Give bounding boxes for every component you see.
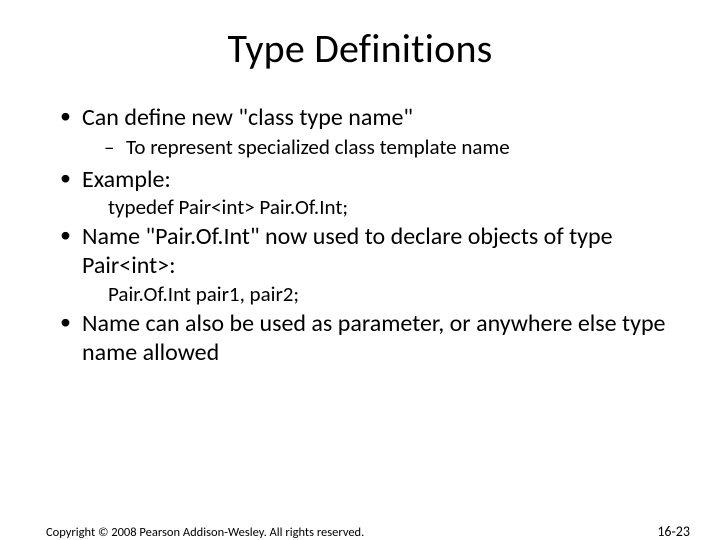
bullet-text: Name can also be used as parameter, or a… — [82, 309, 666, 367]
slide-content: Can define new "class type name" To repr… — [56, 103, 680, 367]
sub-bullet-text: To represent specialized class template … — [126, 134, 510, 160]
footer-page-number: 16-23 — [657, 523, 690, 540]
slide-title: Type Definitions — [0, 24, 720, 73]
bullet-item: Name "Pair.Of.Int" now used to declare o… — [56, 222, 680, 307]
code-line: typedef Pair<int> Pair.Of.Int; — [108, 194, 680, 220]
slide: Type Definitions Can define new "class t… — [0, 24, 720, 540]
sub-bullet-list: To represent specialized class template … — [82, 134, 680, 160]
bullet-item: Can define new "class type name" To repr… — [56, 103, 680, 161]
bullet-text: Example: — [82, 165, 171, 194]
sub-bullet-item: To represent specialized class template … — [100, 134, 680, 160]
bullet-item: Example: typedef Pair<int> Pair.Of.Int; — [56, 165, 680, 221]
bullet-list: Can define new "class type name" To repr… — [56, 103, 680, 367]
code-line: Pair.Of.Int pair1, pair2; — [108, 281, 680, 307]
bullet-item: Name can also be used as parameter, or a… — [56, 309, 680, 368]
bullet-text: Can define new "class type name" — [82, 103, 413, 132]
footer-copyright: Copyright © 2008 Pearson Addison-Wesley.… — [46, 525, 364, 540]
bullet-text: Name "Pair.Of.Int" now used to declare o… — [82, 222, 613, 280]
